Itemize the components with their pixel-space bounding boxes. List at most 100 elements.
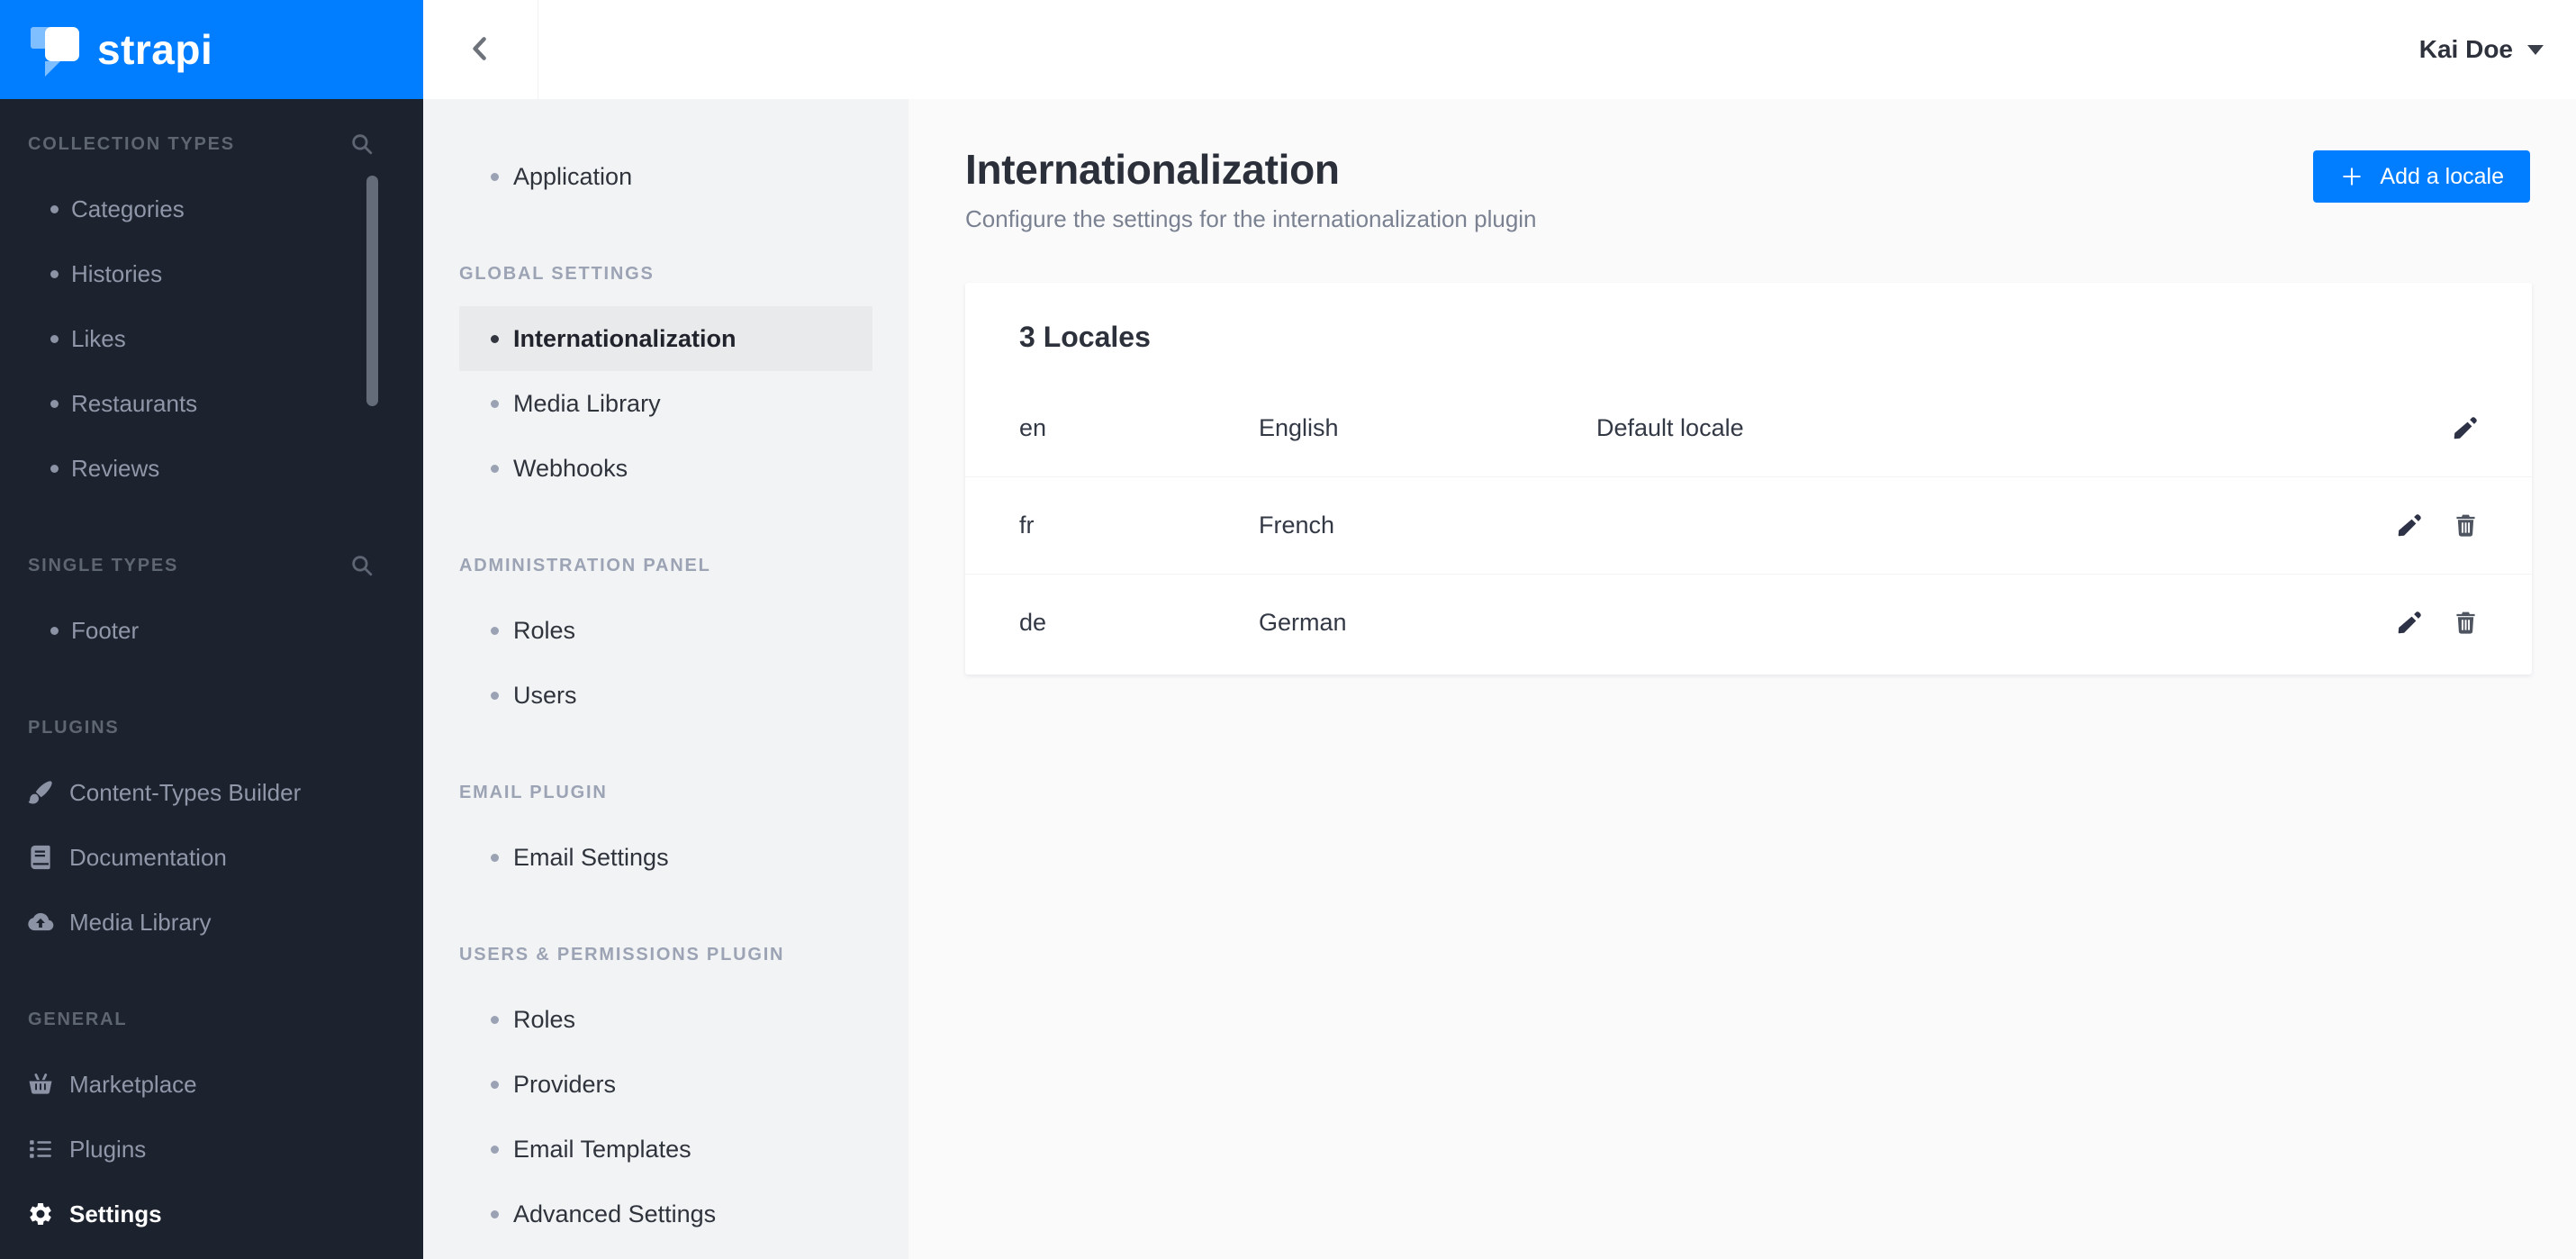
locale-name: French <box>1259 512 1335 539</box>
locale-row: en English Default locale <box>965 379 2532 476</box>
settings-sidebar-nav: Application GLOBAL SETTINGS Internationali… <box>423 99 908 1246</box>
sidebar-item-settings[interactable]: Settings <box>0 1182 423 1246</box>
locales-card: 3 Locales en English Default locale fr Frenc… <box>965 283 2532 675</box>
sidebar-item-reviews[interactable]: Reviews <box>0 436 423 501</box>
sidebar-item-label: Documentation <box>69 843 227 871</box>
delete-locale-button[interactable] <box>2449 607 2481 639</box>
sidebar-item-label: Categories <box>71 195 185 222</box>
locales-count-heading: 3 Locales <box>1019 321 1151 353</box>
edit-locale-button[interactable] <box>2449 412 2481 444</box>
settings-item-label: Email Templates <box>513 1135 691 1163</box>
strapi-logo[interactable]: strapi <box>0 0 423 99</box>
settings-item-providers[interactable]: Providers <box>459 1052 872 1117</box>
sidebar-item-label: Restaurants <box>71 389 198 417</box>
sidebar-section-header: PLUGINS <box>0 695 423 760</box>
locale-row: de German <box>965 574 2532 671</box>
sidebar-item-label: Settings <box>69 1200 162 1227</box>
sidebar-item-label: Footer <box>71 616 140 644</box>
settings-item-label: Media Library <box>513 389 661 417</box>
bullet-icon <box>491 172 499 181</box>
settings-item-users[interactable]: Users <box>459 663 872 728</box>
settings-item-email-settings[interactable]: Email Settings <box>459 825 872 890</box>
settings-item-webhooks[interactable]: Webhooks <box>459 436 872 501</box>
sidebar-section-items: Marketplace Plugins Settings <box>0 1052 423 1246</box>
user-name: Kai Doe <box>2418 35 2513 63</box>
locale-row: fr French <box>965 476 2532 574</box>
settings-section-items: Internationalization Media Library Webhook… <box>423 306 908 501</box>
page-title: Internationalization <box>965 146 1340 193</box>
settings-item-label: Users <box>513 681 577 709</box>
sidebar-item-label: Reviews <box>71 454 160 482</box>
bullet-icon <box>50 626 59 635</box>
settings-item-application[interactable]: Application <box>459 144 872 209</box>
settings-item-roles[interactable]: Roles <box>459 987 872 1052</box>
delete-locale-button[interactable] <box>2449 510 2481 542</box>
strapi-logo-text: strapi <box>97 26 213 73</box>
settings-item-advanced-settings[interactable]: Advanced Settings <box>459 1182 872 1246</box>
locale-row-actions <box>2393 607 2481 639</box>
gear-icon <box>27 1200 54 1227</box>
bullet-icon <box>50 399 59 408</box>
search-icon[interactable] <box>349 551 378 580</box>
sidebar-item-label: Likes <box>71 324 126 352</box>
sidebar-section-header: COLLECTION TYPES <box>0 112 423 177</box>
add-locale-button[interactable]: Add a locale <box>2313 150 2530 203</box>
back-button[interactable] <box>423 0 538 99</box>
cloud-upload-icon <box>27 909 54 936</box>
locale-name: German <box>1259 609 1347 636</box>
bullet-icon <box>491 399 499 408</box>
bullet-icon <box>491 1209 499 1218</box>
locale-row-actions <box>2449 412 2481 444</box>
sidebar-item-label: Plugins <box>69 1135 147 1163</box>
sidebar-item-label: Media Library <box>69 908 212 936</box>
sidebar-item-histories[interactable]: Histories <box>0 241 423 306</box>
settings-section-items: Email Settings <box>423 825 908 890</box>
bullet-icon <box>491 1145 499 1154</box>
settings-item-label: Application <box>513 162 633 190</box>
sidebar-item-marketplace[interactable]: Marketplace <box>0 1052 423 1117</box>
bullet-icon <box>50 269 59 278</box>
sidebar-item-footer[interactable]: Footer <box>0 598 423 663</box>
section-label: SINGLE TYPES <box>28 555 179 575</box>
section-label: COLLECTION TYPES <box>28 133 235 154</box>
search-icon[interactable] <box>349 130 378 159</box>
locale-name: English <box>1259 413 1339 441</box>
settings-section-items: Roles Users <box>423 598 908 728</box>
topbar: Kai Doe <box>423 0 2576 99</box>
sidebar-item-media-library[interactable]: Media Library <box>0 890 423 955</box>
sidebar-item-likes[interactable]: Likes <box>0 306 423 371</box>
settings-item-label: Email Settings <box>513 843 669 871</box>
chevron-down-icon <box>2527 44 2544 55</box>
sidebar-item-label: Content-Types Builder <box>69 778 302 806</box>
settings-item-label: Roles <box>513 616 576 644</box>
settings-item-media-library[interactable]: Media Library <box>459 371 872 436</box>
user-menu[interactable]: Kai Doe <box>2419 35 2576 64</box>
plus-icon <box>2339 164 2364 189</box>
edit-locale-button[interactable] <box>2393 510 2426 542</box>
bullet-icon <box>491 464 499 473</box>
sidebar-item-restaurants[interactable]: Restaurants <box>0 371 423 436</box>
locale-code: fr <box>1019 512 1035 539</box>
edit-locale-button[interactable] <box>2393 607 2426 639</box>
sidebar-item-categories[interactable]: Categories <box>0 177 423 241</box>
add-locale-button-label: Add a locale <box>2380 163 2504 189</box>
settings-item-label: Advanced Settings <box>513 1200 717 1227</box>
settings-item-roles[interactable]: Roles <box>459 598 872 663</box>
sidebar-section-header: SINGLE TYPES <box>0 533 423 598</box>
bullet-icon <box>491 334 499 343</box>
bullet-icon <box>491 1015 499 1024</box>
sidebar-scrollbar-thumb[interactable] <box>366 176 378 406</box>
main-sidebar-nav: COLLECTION TYPES Categories Histories Likes… <box>0 99 423 1246</box>
sidebar-item-documentation[interactable]: Documentation <box>0 825 423 890</box>
sidebar-item-content-types-builder[interactable]: Content-Types Builder <box>0 760 423 825</box>
settings-section-header: USERS & PERMISSIONS PLUGIN <box>459 944 785 965</box>
page-subtitle: Configure the settings for the internati… <box>965 205 1537 232</box>
settings-item-internationalization[interactable]: Internationalization <box>459 306 872 371</box>
pencil-icon <box>2396 512 2424 539</box>
settings-sidebar: Application GLOBAL SETTINGS Internationali… <box>423 99 908 1259</box>
main-sidebar: strapi COLLECTION TYPES Categories Histori… <box>0 0 423 1259</box>
sidebar-item-plugins[interactable]: Plugins <box>0 1117 423 1182</box>
bullet-icon <box>491 853 499 862</box>
settings-item-email-templates[interactable]: Email Templates <box>459 1117 872 1182</box>
strapi-admin-app: strapi COLLECTION TYPES Categories Histori… <box>0 0 2576 1259</box>
